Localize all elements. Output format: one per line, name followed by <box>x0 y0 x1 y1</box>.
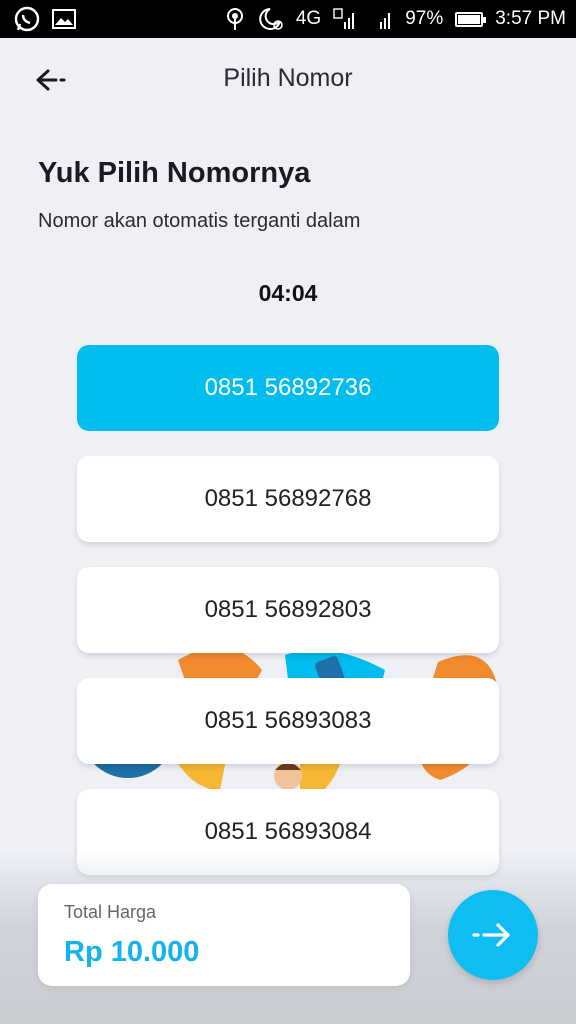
battery-icon <box>455 11 487 27</box>
total-price-card: Total Harga Rp 10.000 <box>38 884 410 986</box>
page-title: Pilih Nomor <box>223 64 353 92</box>
total-price-label: Total Harga <box>64 902 157 922</box>
signal-sim2-icon <box>369 8 393 30</box>
countdown-timer: 04:04 <box>258 280 318 306</box>
number-option-4[interactable]: 0851 56893083 <box>77 678 499 764</box>
next-button[interactable] <box>448 890 538 980</box>
clock: 3:57 PM <box>495 8 566 29</box>
section-heading: Yuk Pilih Nomornya <box>38 157 311 189</box>
hotspot-icon <box>224 7 246 31</box>
network-type: 4G <box>295 8 322 29</box>
total-price-value: Rp 10.000 <box>64 936 200 968</box>
countdown-description: Nomor akan otomatis terganti dalam <box>38 210 361 232</box>
arrow-right-icon <box>472 923 510 947</box>
battery-percent: 97% <box>405 8 444 29</box>
signal-sim1-icon <box>333 8 357 30</box>
app-bar: Pilih Nomor <box>0 38 576 122</box>
number-option-3[interactable]: 0851 56892803 <box>77 567 499 653</box>
whatsapp-icon <box>14 6 40 32</box>
number-option-1[interactable]: 0851 56892736 <box>77 345 499 431</box>
status-bar: 4G 97% 3:57 PM <box>0 0 576 38</box>
number-list: 0851 56892736 0851 56892768 0851 5689280… <box>77 345 499 900</box>
number-option-2[interactable]: 0851 56892768 <box>77 456 499 542</box>
gallery-icon <box>52 9 76 29</box>
do-not-disturb-moon-icon <box>258 7 284 31</box>
